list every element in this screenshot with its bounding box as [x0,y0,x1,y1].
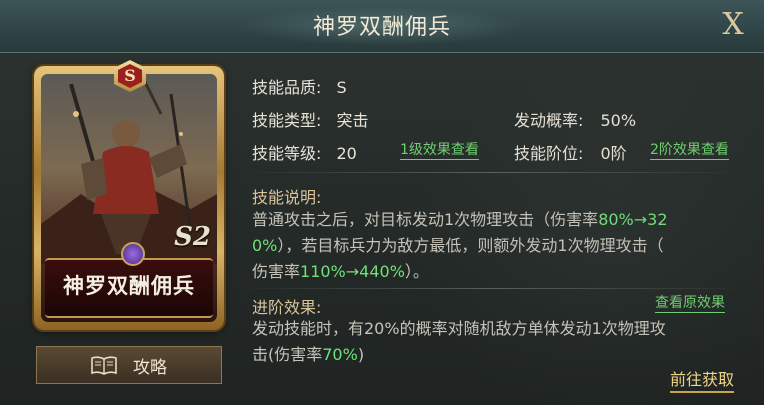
level-row: 技能等级: 20 [252,140,357,164]
level-label: 技能等级: [252,144,322,163]
rank-value: 0阶 [600,144,627,163]
type-value: 突击 [336,111,369,130]
goto-acquire-button[interactable]: 前往获取 [670,366,735,393]
divider [238,172,746,173]
quality-badge-letter: S [118,64,142,88]
quality-row: 技能品质: S [252,74,347,98]
advanced-line: 发动技能时，有20%的概率对随机敌方单体发动1次物理攻 [252,319,666,338]
advanced-title: 进阶效果: [252,298,322,317]
type-row: 技能类型: 突击 [252,107,369,131]
description-line: 普通攻击之后，对目标发动1次物理攻击（伤害率80%→32 [252,210,668,229]
book-icon [91,356,117,375]
description-title: 技能说明: [252,188,322,207]
card-name-plate: 神罗双酬佣兵 [45,258,213,318]
view-original-link[interactable]: 查看原效果 [655,294,725,313]
skill-type-emblem-icon [121,242,145,266]
quality-label: 技能品质: [252,78,322,97]
description-line: 0%），若目标兵力为敌方最低，则额外发动1次物理攻击（ [252,236,664,255]
skill-detail-panel: 神罗双酬佣兵 X S S2 神罗双酬佣兵 攻略 技能品质: S 技能类型: 突击… [0,0,764,405]
divider [238,288,746,289]
rank-effect-link[interactable]: 2阶效果查看 [650,141,729,160]
chance-row: 发动概率: 50% [514,107,636,131]
page-title: 神罗双酬佣兵 [312,15,451,40]
guide-button-label: 攻略 [133,357,167,378]
guide-button[interactable]: 攻略 [36,346,222,384]
chance-value: 50% [600,111,637,130]
type-label: 技能类型: [252,111,322,130]
chance-label: 发动概率: [514,111,584,130]
season-mark: S2 [174,222,211,252]
quality-value: S [336,78,347,97]
advanced-text: 发动技能时，有20%的概率对随机敌方单体发动1次物理攻 击(伤害率70%) [252,316,740,368]
rank-row: 技能阶位: 0阶 [514,140,627,164]
header-bar: 神罗双酬佣兵 X [0,0,764,53]
description-line: 伤害率110%→440%）。 [252,262,429,281]
card-frame: S2 神罗双酬佣兵 [41,74,217,322]
skill-card: S S2 神罗双酬佣兵 [34,60,224,330]
close-button[interactable]: X [716,6,750,44]
rank-label: 技能阶位: [514,144,584,163]
description-text: 普通攻击之后，对目标发动1次物理攻击（伤害率80%→32 0%），若目标兵力为敌… [252,207,740,285]
level-effect-link[interactable]: 1级效果查看 [400,141,479,160]
level-value: 20 [336,144,357,163]
advanced-line: 击(伤害率70%) [252,345,365,364]
